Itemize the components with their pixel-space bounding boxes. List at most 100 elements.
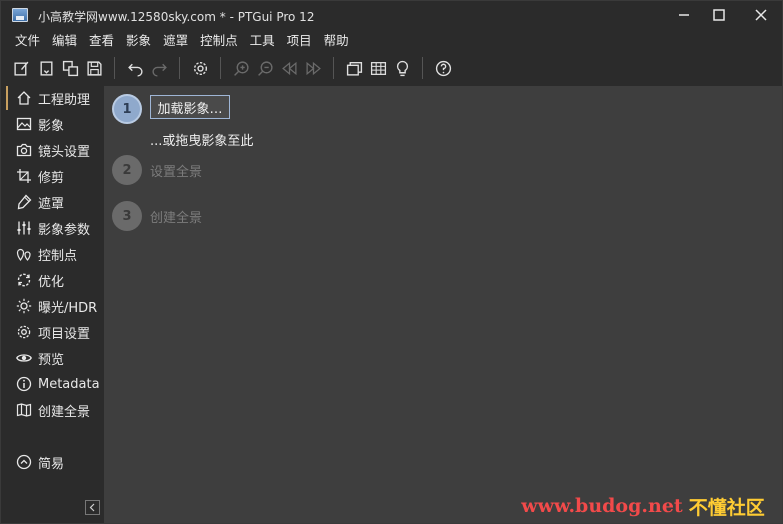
create-panorama-label: 创建全景 <box>150 211 203 226</box>
settings-button[interactable] <box>189 57 211 79</box>
help-icon <box>435 60 451 76</box>
sidebar-item-label: 项目设置 <box>38 326 91 342</box>
undo-icon <box>127 63 143 77</box>
toolbar-separator <box>114 57 115 79</box>
sidebar-item-label: 创建全景 <box>38 404 91 420</box>
sidebar-item-mask[interactable]: 遮罩 <box>6 190 104 214</box>
sidebar-item-control-points[interactable]: 控制点 <box>6 242 104 266</box>
panorama-editor-icon <box>346 61 362 76</box>
sidebar-item-project-settings[interactable]: 项目设置 <box>6 320 104 344</box>
zoom-in-button[interactable] <box>230 57 252 79</box>
menu-mask[interactable]: 遮罩 <box>157 31 194 51</box>
menu-edit[interactable]: 编辑 <box>46 31 83 51</box>
toolbar-separator <box>220 57 221 79</box>
help-button[interactable] <box>432 57 454 79</box>
drag-images-hint: ...或拖曳影象至此 <box>150 134 254 149</box>
undo-button[interactable] <box>124 57 146 79</box>
sidebar-item-exposure-hdr[interactable]: 曝光/HDR <box>6 294 104 318</box>
lightbulb-button[interactable] <box>391 57 413 79</box>
sidebar-item-preview[interactable]: 预览 <box>6 346 104 370</box>
sidebar-item-label: Metadata <box>38 376 100 392</box>
zoom-in-icon <box>233 60 249 76</box>
sidebar-item-label: 影象参数 <box>38 222 91 238</box>
simple-mode-toggle[interactable]: 简易 <box>6 450 104 474</box>
menu-control-points[interactable]: 控制点 <box>194 31 244 51</box>
image-icon <box>14 114 34 134</box>
optimize-icon <box>14 270 34 290</box>
sidebar-item-label: 优化 <box>38 274 65 290</box>
sidebar-item-create-panorama[interactable]: 创建全景 <box>6 398 104 422</box>
menu-help[interactable]: 帮助 <box>318 31 355 51</box>
menu-file[interactable]: 文件 <box>1 31 46 51</box>
menu-images[interactable]: 影象 <box>120 31 157 51</box>
sliders-icon <box>14 218 34 238</box>
sidebar-item-label: 遮罩 <box>38 196 65 212</box>
sidebar-item-optimize[interactable]: 优化 <box>6 268 104 292</box>
sidebar-item-image-parameters[interactable]: 影象参数 <box>6 216 104 240</box>
close-icon <box>755 9 767 21</box>
minimize-icon <box>679 14 689 16</box>
setup-panorama-label: 设置全景 <box>150 165 203 180</box>
sidebar: 工程助理 影象 镜头设置 修剪 遮罩 影象参数 控制点 优化 曝光/HDR 项目… <box>1 86 104 523</box>
sidebar-item-label: 修剪 <box>38 170 65 186</box>
info-icon <box>14 374 34 394</box>
toolbar-separator <box>422 57 423 79</box>
lightbulb-icon <box>396 60 408 76</box>
open-project-button[interactable] <box>35 57 57 79</box>
table-button[interactable] <box>367 57 389 79</box>
table-icon <box>370 61 386 75</box>
new-project-button[interactable] <box>10 57 32 79</box>
save-icon <box>86 60 102 76</box>
sidebar-item-crop[interactable]: 修剪 <box>6 164 104 188</box>
mask-icon <box>14 192 34 212</box>
chevron-up-circle-icon <box>14 452 34 472</box>
title-bar[interactable]: 小高教学网www.12580sky.com * - PTGui Pro 12 <box>1 1 782 31</box>
redo-button[interactable] <box>148 57 170 79</box>
step-3-indicator: 3 <box>112 201 142 231</box>
sidebar-item-images[interactable]: 影象 <box>6 112 104 136</box>
watermark: www.budog.net 不懂社区 <box>504 491 782 521</box>
maximize-button[interactable] <box>699 1 739 29</box>
step-2-indicator: 2 <box>112 155 142 185</box>
close-button[interactable] <box>741 1 781 29</box>
copy-button[interactable] <box>59 57 81 79</box>
sidebar-item-label: 预览 <box>38 352 65 368</box>
sidebar-item-metadata[interactable]: Metadata <box>6 372 104 396</box>
zoom-out-icon <box>257 60 273 76</box>
toolbar-separator <box>333 57 334 79</box>
eye-icon <box>14 348 34 368</box>
forward-icon <box>305 61 321 75</box>
maximize-icon <box>713 9 725 21</box>
gear-icon <box>14 322 34 342</box>
panorama-editor-button[interactable] <box>343 57 365 79</box>
menu-tools[interactable]: 工具 <box>244 31 281 51</box>
load-images-button[interactable]: 加载影象… <box>150 95 230 119</box>
app-window: 小高教学网www.12580sky.com * - PTGui Pro 12 文… <box>0 0 783 524</box>
window-title: 小高教学网www.12580sky.com * - PTGui Pro 12 <box>38 10 315 24</box>
menu-project[interactable]: 项目 <box>281 31 318 51</box>
save-button[interactable] <box>83 57 105 79</box>
crop-icon <box>14 166 34 186</box>
step-1-indicator: 1 <box>112 94 142 124</box>
sidebar-item-label: 工程助理 <box>38 92 91 108</box>
redo-icon <box>151 63 167 77</box>
sidebar-item-project-assistant[interactable]: 工程助理 <box>6 86 104 110</box>
home-icon <box>14 88 34 108</box>
simple-mode-label: 简易 <box>38 456 65 472</box>
control-points-icon <box>14 244 34 264</box>
menu-view[interactable]: 查看 <box>83 31 120 51</box>
sidebar-item-label: 镜头设置 <box>38 144 91 160</box>
collapse-sidebar-button[interactable] <box>85 500 100 515</box>
sidebar-item-lens-settings[interactable]: 镜头设置 <box>6 138 104 162</box>
copy-icon <box>62 60 78 76</box>
toolbar-separator <box>179 57 180 79</box>
exposure-icon <box>14 296 34 316</box>
watermark-brand: 不懂社区 <box>688 496 765 519</box>
zoom-out-button[interactable] <box>254 57 276 79</box>
rewind-button[interactable] <box>278 57 300 79</box>
sidebar-item-label: 控制点 <box>38 248 78 264</box>
forward-button[interactable] <box>302 57 324 79</box>
minimize-button[interactable] <box>664 1 704 29</box>
ptgui-app-icon[interactable] <box>12 8 28 22</box>
open-project-icon <box>39 60 53 76</box>
